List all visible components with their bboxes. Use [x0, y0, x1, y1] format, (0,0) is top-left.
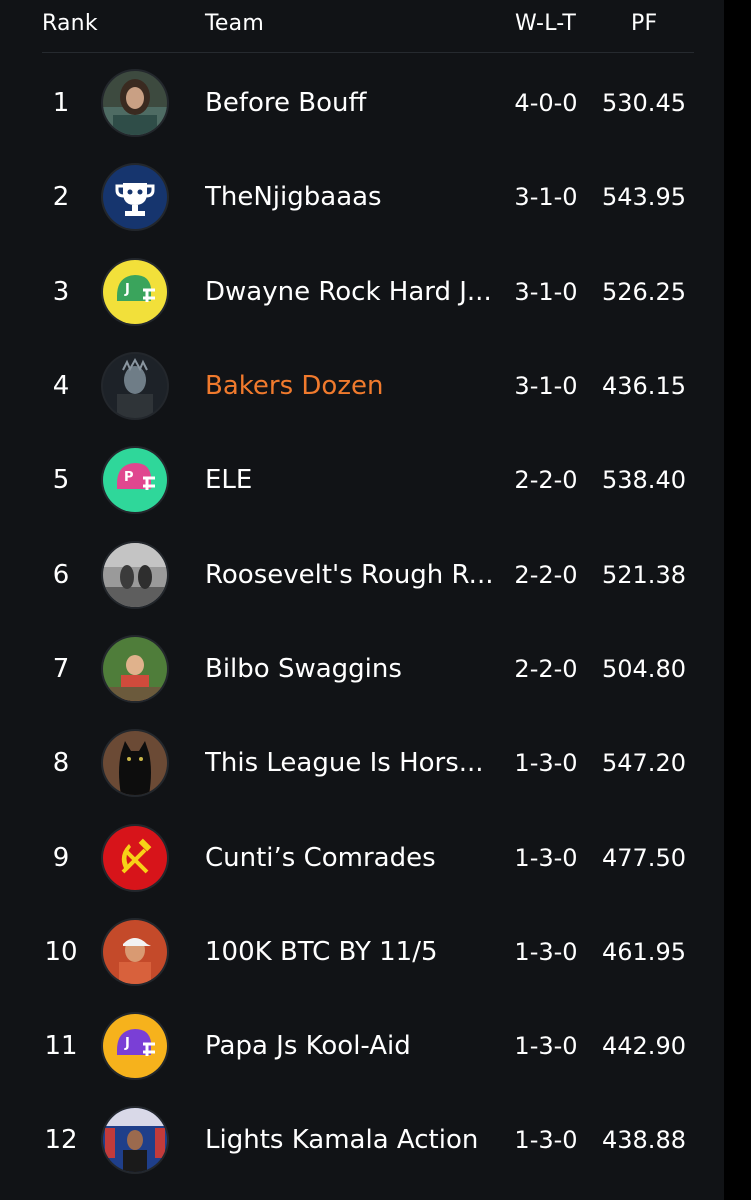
rank-value: 11: [44, 1031, 78, 1062]
wlt-column-header[interactable]: W-L-T: [515, 11, 576, 36]
team-avatar[interactable]: [101, 634, 169, 703]
trophy-icon: [103, 165, 167, 230]
wlt-record: 1-3-0: [514, 1032, 578, 1061]
rank-value: 7: [52, 653, 70, 684]
points-for: 526.25: [602, 277, 686, 306]
table-row[interactable]: 2 TheNjigbaaas 3-1-0 543.95: [0, 150, 724, 244]
team-name[interactable]: Before Bouff: [205, 88, 500, 118]
points-for: 436.15: [602, 372, 686, 401]
rank-value: 4: [52, 371, 70, 402]
team-name-highlighted[interactable]: Bakers Dozen: [205, 371, 500, 401]
team-name[interactable]: Dwayne Rock Hard J...: [205, 277, 500, 307]
wlt-record: 3-1-0: [514, 277, 578, 306]
table-row[interactable]: 8 This League Is Hors... 1-3-0 547.20: [0, 716, 724, 810]
wlt-record: 2-2-0: [514, 466, 578, 495]
team-name[interactable]: Lights Kamala Action: [205, 1125, 500, 1155]
team-name[interactable]: ELE: [205, 465, 500, 495]
points-for: 438.88: [602, 1126, 686, 1155]
photo-avatar-night-king: [103, 354, 167, 419]
points-for: 504.80: [602, 654, 686, 683]
rank-value: 2: [52, 182, 70, 213]
team-avatar[interactable]: [101, 1106, 169, 1175]
points-for: 521.38: [602, 560, 686, 589]
team-avatar[interactable]: [101, 729, 169, 798]
table-row[interactable]: 9 Cunti’s Comrades 1-3-0 477.50: [0, 810, 724, 904]
photo-avatar-man-long-hair: [103, 71, 167, 136]
team-name[interactable]: Cunti’s Comrades: [205, 843, 500, 873]
hammer-sickle-icon: [103, 825, 167, 890]
points-for: 543.95: [602, 183, 686, 212]
header-divider: [42, 52, 694, 53]
helmet-p-icon: P: [103, 448, 167, 513]
wlt-record: 2-2-0: [514, 560, 578, 589]
pf-column-header[interactable]: PF: [631, 11, 657, 36]
team-name[interactable]: Roosevelt's Rough R...: [205, 560, 500, 590]
table-row[interactable]: 3 J Dwayne Rock Hard J... 3-1-0 526.25: [0, 245, 724, 339]
table-row[interactable]: 11 J Papa Js Kool-Aid 1-3-0 442.90: [0, 999, 724, 1093]
photo-avatar-man-cap: [103, 919, 167, 984]
rank-column-header[interactable]: Rank: [42, 11, 98, 36]
points-for: 442.90: [602, 1032, 686, 1061]
team-avatar[interactable]: P: [101, 446, 169, 515]
table-row[interactable]: 6 Roosevelt's Rough R... 2-2-0 521.38: [0, 527, 724, 621]
standings-list: 1 Before Bouff 4-0-0 530.45 2 TheNjigbaa…: [0, 56, 724, 1188]
table-row[interactable]: 1 Before Bouff 4-0-0 530.45: [0, 56, 724, 150]
team-name[interactable]: This League Is Hors...: [205, 748, 500, 778]
table-row[interactable]: 10 100K BTC BY 11/5 1-3-0 461.95: [0, 905, 724, 999]
helmet-j-icon: J: [103, 259, 167, 324]
team-avatar[interactable]: [101, 917, 169, 986]
rank-value: 5: [52, 465, 70, 496]
wlt-record: 3-1-0: [514, 183, 578, 212]
wlt-record: 1-3-0: [514, 1126, 578, 1155]
wlt-record: 4-0-0: [514, 89, 578, 118]
rank-value: 12: [44, 1125, 78, 1156]
team-avatar[interactable]: [101, 69, 169, 138]
rank-value: 1: [52, 88, 70, 119]
team-name[interactable]: Bilbo Swaggins: [205, 654, 500, 684]
standings-panel: Rank Team W-L-T PF 1 Before Bouff 4-0-0 …: [0, 0, 724, 1200]
svg-text:P: P: [124, 470, 134, 485]
team-avatar[interactable]: J: [101, 257, 169, 326]
points-for: 538.40: [602, 466, 686, 495]
photo-avatar-black-cat: [103, 731, 167, 796]
team-name[interactable]: Papa Js Kool-Aid: [205, 1031, 500, 1061]
table-row[interactable]: 4 Bakers Dozen 3-1-0 436.15: [0, 339, 724, 433]
team-avatar[interactable]: J: [101, 1012, 169, 1081]
rank-value: 6: [52, 559, 70, 590]
svg-text:J: J: [124, 1036, 130, 1051]
points-for: 547.20: [602, 749, 686, 778]
helmet-j-purple-icon: J: [103, 1014, 167, 1079]
wlt-record: 1-3-0: [514, 843, 578, 872]
photo-avatar-outdoor: [103, 636, 167, 701]
team-avatar[interactable]: [101, 352, 169, 421]
standings-header: Rank Team W-L-T PF: [0, 0, 724, 53]
points-for: 477.50: [602, 843, 686, 872]
team-avatar[interactable]: [101, 540, 169, 609]
svg-text:J: J: [124, 282, 130, 297]
rank-value: 3: [52, 276, 70, 307]
points-for: 461.95: [602, 937, 686, 966]
team-avatar[interactable]: [101, 823, 169, 892]
team-name[interactable]: TheNjigbaaas: [205, 182, 500, 212]
team-avatar[interactable]: [101, 163, 169, 232]
points-for: 530.45: [602, 89, 686, 118]
wlt-record: 1-3-0: [514, 749, 578, 778]
photo-avatar-historic: [103, 542, 167, 607]
photo-avatar-stage: [103, 1108, 167, 1173]
team-column-header[interactable]: Team: [205, 11, 264, 36]
rank-value: 9: [52, 842, 70, 873]
table-row[interactable]: 7 Bilbo Swaggins 2-2-0 504.80: [0, 622, 724, 716]
wlt-record: 1-3-0: [514, 937, 578, 966]
team-name[interactable]: 100K BTC BY 11/5: [205, 937, 500, 967]
rank-value: 10: [44, 936, 78, 967]
table-row[interactable]: 5 P ELE 2-2-0 538.40: [0, 433, 724, 527]
wlt-record: 3-1-0: [514, 372, 578, 401]
table-row[interactable]: 12 Lights Kamala Action 1-3-0 438.88: [0, 1093, 724, 1187]
wlt-record: 2-2-0: [514, 654, 578, 683]
rank-value: 8: [52, 748, 70, 779]
